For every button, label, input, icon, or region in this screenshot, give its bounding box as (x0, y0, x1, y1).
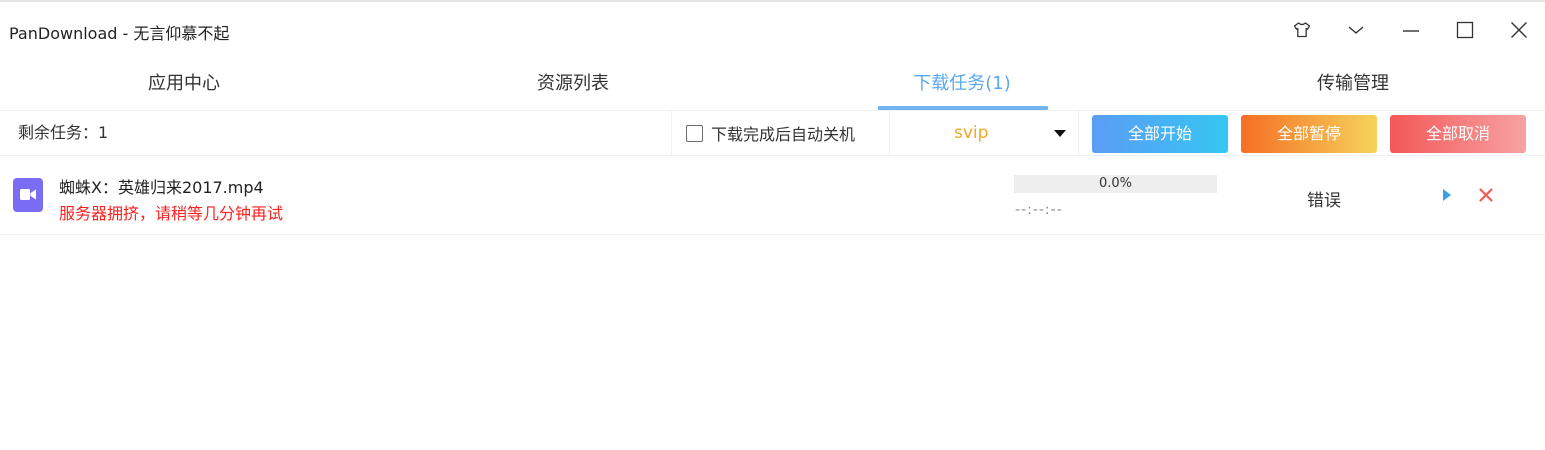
app-title: PanDownload - 无言仰慕不起 (9, 24, 230, 43)
pause-all-button[interactable]: 全部暂停 (1241, 115, 1377, 153)
download-mode-select[interactable]: svip (890, 111, 1078, 155)
task-time-remaining: --:--:-- (1015, 202, 1063, 218)
download-mode-value: svip (954, 123, 989, 143)
task-error-message: 服务器拥挤，请稍等几分钟再试 (59, 204, 284, 223)
maximize-icon[interactable] (1451, 16, 1479, 44)
task-progress-bar: 0.0% (1014, 175, 1217, 193)
delete-icon[interactable] (1478, 187, 1494, 203)
cancel-all-button[interactable]: 全部取消 (1390, 115, 1526, 153)
auto-shutdown-label: 下载完成后自动关机 (711, 125, 856, 144)
task-row: 蜘蛛X：英雄归来2017.mp4 服务器拥挤，请稍等几分钟再试 0.0% --:… (0, 156, 1545, 235)
auto-shutdown-checkbox[interactable] (686, 124, 703, 142)
title-bar: PanDownload - 无言仰慕不起 (0, 2, 1545, 58)
start-all-button[interactable]: 全部开始 (1092, 115, 1228, 153)
tab-transfer-management[interactable]: 传输管理 (1183, 58, 1523, 110)
task-status: 错误 (1307, 191, 1341, 211)
tab-bar: 应用中心 资源列表 下载任务(1) 传输管理 (0, 58, 1545, 110)
shirt-icon[interactable] (1288, 16, 1316, 44)
play-icon[interactable] (1440, 186, 1454, 204)
remaining-tasks-count: 剩余任务：1 (18, 123, 109, 142)
task-progress-text: 0.0% (1098, 176, 1133, 191)
tab-download-tasks[interactable]: 下载任务(1) (792, 58, 1132, 110)
tab-app-center[interactable]: 应用中心 (14, 58, 354, 110)
download-toolbar: 剩余任务：1 下载完成后自动关机 svip 全部开始 全部暂停 全部取消 (0, 110, 1545, 156)
tab-resource-list[interactable]: 资源列表 (403, 58, 743, 110)
toolbar-divider (671, 111, 672, 155)
chevron-down-icon[interactable] (1342, 16, 1370, 44)
toolbar-divider (1078, 111, 1079, 155)
close-icon[interactable] (1505, 16, 1533, 44)
caret-down-icon (1054, 130, 1066, 137)
task-file-name: 蜘蛛X：英雄归来2017.mp4 (59, 178, 264, 197)
minimize-icon[interactable] (1397, 16, 1425, 44)
auto-shutdown-option[interactable]: 下载完成后自动关机 (686, 111, 855, 155)
video-file-icon (13, 178, 43, 212)
